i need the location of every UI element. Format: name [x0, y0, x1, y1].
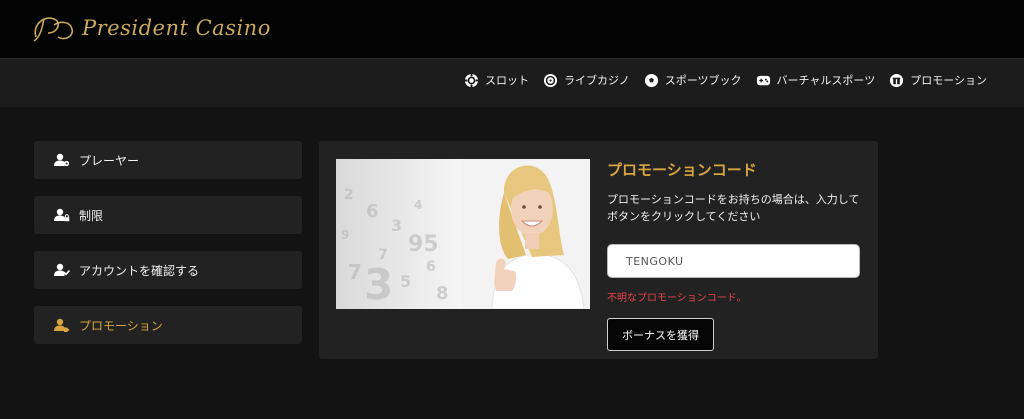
nav-item-sportsbook[interactable]: スポーツブック: [644, 72, 742, 88]
svg-text:9: 9: [341, 228, 349, 242]
promo-photo-illustration: 2 6 3 95 7 7 3 5 6 8 4 9: [336, 159, 590, 309]
sidebar-item-limits[interactable]: 制限: [34, 196, 302, 234]
svg-text:6: 6: [366, 201, 379, 222]
sidebar-item-label: プレーヤー: [79, 153, 140, 168]
svg-text:4: 4: [414, 198, 422, 212]
nav-item-virtual-sports[interactable]: バーチャルスポーツ: [756, 72, 876, 88]
svg-text:6: 6: [426, 259, 436, 275]
nav-item-label: スロット: [484, 74, 529, 87]
soccer-ball-icon: [644, 73, 658, 87]
svg-text:3: 3: [391, 216, 402, 235]
get-bonus-button[interactable]: ボーナスを獲得: [607, 318, 714, 351]
svg-text:5: 5: [400, 272, 411, 291]
sidebar-item-promotions[interactable]: プロモーション: [34, 306, 302, 344]
svg-text:95: 95: [408, 232, 439, 257]
nav-item-label: バーチャルスポーツ: [776, 74, 876, 87]
main-nav-bar: スロット ライブカジノ スポーツブック バーチャルスポーツ プロモーション: [0, 59, 1024, 107]
nav-item-label: スポーツブック: [664, 74, 742, 87]
sidebar-item-label: アカウントを確認する: [79, 263, 200, 278]
main-nav: スロット ライブカジノ スポーツブック バーチャルスポーツ プロモーション: [464, 72, 987, 88]
promo-code-input[interactable]: [607, 244, 860, 278]
logo-monogram-icon: [33, 17, 74, 42]
nav-item-label: プロモーション: [910, 74, 987, 87]
roulette-icon: [543, 73, 558, 87]
svg-text:3: 3: [364, 260, 393, 309]
sidebar-item-player[interactable]: プレーヤー: [34, 141, 302, 179]
nav-item-promotions[interactable]: プロモーション: [889, 72, 987, 88]
promo-description: プロモーションコードをお持ちの場合は、入力してボタンをクリックしてください: [607, 193, 860, 223]
sidebar-item-label: プロモーション: [79, 318, 163, 333]
sidebar-item-label: 制限: [79, 208, 104, 223]
logo[interactable]: President Casino: [30, 10, 271, 46]
gift-icon: [890, 73, 904, 87]
svg-text:7: 7: [348, 260, 362, 284]
top-bar: President Casino: [0, 0, 1024, 59]
user-lock-icon: [54, 208, 70, 222]
promo-error-message: 不明なプロモーションコード。: [607, 293, 747, 304]
user-tag-icon: [54, 318, 70, 332]
user-gear-icon: [54, 153, 70, 167]
nav-item-live-casino[interactable]: ライブカジノ: [543, 72, 630, 88]
logo-text: President Casino: [82, 16, 271, 40]
account-sidebar: プレーヤー 制限 アカウントを確認する プロモーション: [34, 141, 302, 361]
slot-chip-icon: [464, 72, 479, 88]
promo-form: プロモーションコード プロモーションコードをお持ちの場合は、入力してボタンをクリ…: [607, 159, 867, 351]
sidebar-item-verify-account[interactable]: アカウントを確認する: [34, 251, 302, 289]
promo-code-panel: 2 6 3 95 7 7 3 5 6 8 4 9 プロモーションコード プロモー…: [319, 141, 878, 359]
svg-text:2: 2: [344, 187, 354, 203]
gamepad-icon: [756, 75, 770, 85]
nav-item-slots[interactable]: スロット: [464, 72, 529, 88]
promo-title: プロモーションコード: [607, 161, 757, 179]
user-check-icon: [54, 263, 70, 276]
svg-text:8: 8: [436, 283, 449, 304]
promo-banner-image: 2 6 3 95 7 7 3 5 6 8 4 9: [336, 159, 590, 309]
nav-item-label: ライブカジノ: [563, 74, 630, 87]
